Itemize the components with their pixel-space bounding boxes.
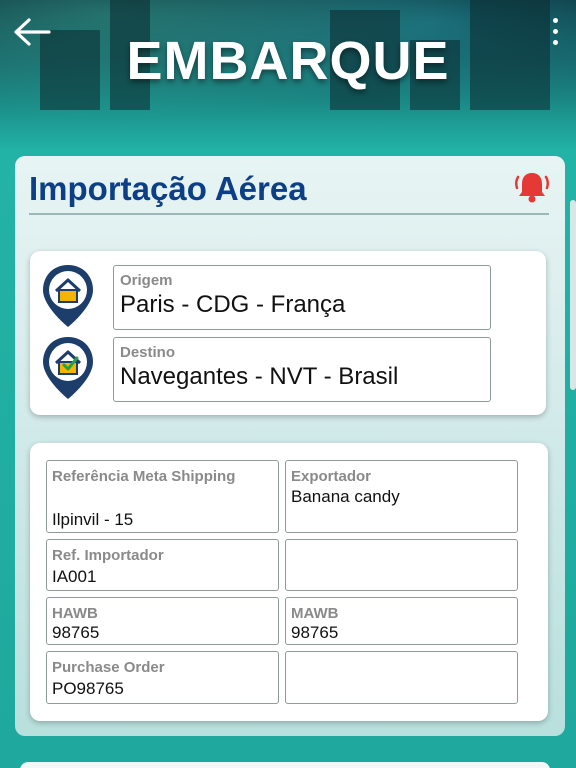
ref-meta-shipping-value: Ilpinvil - 15	[52, 510, 134, 529]
purchase-order-value: PO98765	[52, 679, 124, 698]
ref-meta-shipping-field: Referência Meta Shipping Ilpinvil - 15	[46, 460, 279, 533]
origin-value: Paris - CDG - França	[120, 291, 346, 318]
purchase-order-label: Purchase Order	[52, 659, 165, 676]
route-card: Origem Paris - CDG - França Destino Nave…	[30, 251, 546, 415]
origin-label: Origem	[120, 272, 173, 289]
exporter-field: Exportador Banana candy	[285, 460, 518, 533]
shipment-details-card: Referência Meta Shipping Ilpinvil - 15 E…	[30, 443, 548, 721]
destination-label: Destino	[120, 344, 176, 361]
section-divider	[29, 213, 549, 215]
home-check-location-icon	[40, 335, 96, 401]
exporter-label: Exportador	[291, 468, 372, 485]
mawb-value: 98765	[291, 623, 339, 642]
exporter-value: Banana candy	[291, 487, 400, 506]
ref-importer-field: Ref. Importador IA001	[46, 539, 279, 591]
bell-alert-icon	[514, 173, 550, 203]
origin-field: Origem Paris - CDG - França	[113, 265, 491, 330]
hawb-label: HAWB	[52, 605, 98, 622]
hawb-field: HAWB 98765	[46, 597, 279, 645]
mawb-field: MAWB 98765	[285, 597, 518, 645]
empty-field	[285, 651, 518, 704]
home-location-icon	[40, 263, 96, 329]
empty-field	[285, 539, 518, 591]
ref-importer-label: Ref. Importador	[52, 547, 164, 564]
notification-button[interactable]	[513, 168, 551, 206]
scrollbar[interactable]	[570, 200, 576, 390]
page-title: EMBARQUE	[126, 31, 450, 91]
more-options-button[interactable]	[548, 18, 562, 58]
ref-meta-shipping-label: Referência Meta Shipping	[52, 468, 236, 485]
ref-importer-value: IA001	[52, 567, 97, 586]
shipment-card: Importação Aérea Origem Paris - CDG - Fr…	[15, 156, 565, 736]
mawb-label: MAWB	[291, 605, 339, 622]
destination-value: Navegantes - NVT - Brasil	[120, 363, 399, 390]
section-title: Importação Aérea	[29, 170, 307, 207]
destination-field: Destino Navegantes - NVT - Brasil	[113, 337, 491, 402]
hawb-value: 98765	[52, 623, 100, 642]
more-vertical-icon	[552, 18, 558, 23]
purchase-order-field: Purchase Order PO98765	[46, 651, 279, 704]
next-card-edge	[20, 762, 550, 768]
